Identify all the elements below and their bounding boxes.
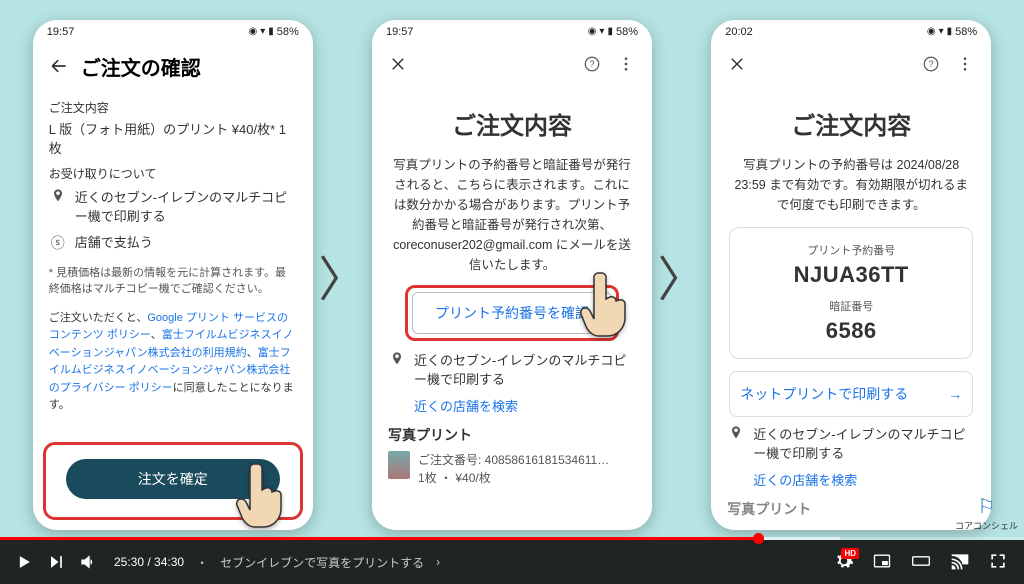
pickup-location-text: 近くのセブン-イレブンのマルチコピー機で印刷する bbox=[75, 188, 297, 227]
photo-thumbnail bbox=[388, 451, 410, 479]
reservation-number: NJUA36TT bbox=[740, 262, 962, 288]
pickup-location-text: 近くのセブン-イレブンのマルチコピー機で印刷する bbox=[753, 425, 975, 464]
page-title: ご注文内容 bbox=[388, 106, 636, 141]
back-icon[interactable] bbox=[47, 54, 71, 78]
section-label: ご注文内容 bbox=[49, 99, 297, 116]
volume-button[interactable] bbox=[78, 552, 98, 572]
battery-percent: 58% bbox=[955, 26, 977, 38]
header: ご注文の確認 bbox=[33, 44, 313, 89]
order-description: 写真プリントの予約番号は 2024/08/28 23:59 まで有効です。有効期… bbox=[727, 155, 975, 215]
highlight-box: プリント予約番号を確認 bbox=[405, 285, 619, 341]
battery-icon: ▮ bbox=[947, 26, 953, 37]
pin-number: 6586 bbox=[740, 318, 962, 344]
arrow-right-icon: → bbox=[948, 386, 962, 402]
play-button[interactable] bbox=[14, 552, 34, 572]
battery-percent: 58% bbox=[616, 26, 638, 38]
signal-icon: ◉ bbox=[248, 26, 257, 37]
currency-icon: ⓢ bbox=[49, 233, 67, 253]
status-icons: ◉ ▾ ▮ 58% bbox=[248, 26, 298, 38]
status-bar: 20:02 ◉ ▾ ▮ 58% bbox=[711, 20, 991, 44]
hd-badge: HD bbox=[841, 548, 859, 559]
location-pin-icon bbox=[727, 425, 745, 464]
reservation-label: プリント予約番号 bbox=[740, 242, 962, 258]
location-pin-icon bbox=[49, 188, 67, 227]
order-number: ご注文番号: 40858616181534611… bbox=[418, 451, 636, 469]
svg-text:?: ? bbox=[929, 59, 934, 69]
battery-icon: ▮ bbox=[607, 26, 613, 37]
logo-icon: ⚐ bbox=[955, 494, 1018, 519]
fullscreen-button[interactable] bbox=[988, 551, 1008, 574]
reservation-card: プリント予約番号 NJUA36TT 暗証番号 6586 bbox=[729, 227, 973, 359]
more-icon[interactable] bbox=[953, 52, 977, 76]
order-description: 写真プリントの予約番号と暗証番号が発行されると、こちらに表示されます。これには数… bbox=[388, 155, 636, 275]
legal-consent-text: ご注文いただくと、Google プリント サービスのコンテンツ ポリシー、富士フ… bbox=[49, 310, 297, 416]
location-pin-icon bbox=[388, 351, 406, 390]
video-time: 25:30 / 34:30 bbox=[114, 555, 184, 569]
status-bar: 19:57 ◉ ▾ ▮ 58% bbox=[33, 20, 313, 44]
status-time: 19:57 bbox=[47, 26, 75, 38]
header: ? bbox=[372, 44, 652, 84]
section-label: お受け取りについて bbox=[49, 165, 297, 182]
payment-text: 店舗で支払う bbox=[75, 233, 297, 253]
progress-played bbox=[0, 537, 758, 540]
status-bar: 19:57 ◉ ▾ ▮ 58% bbox=[372, 20, 652, 44]
more-icon[interactable] bbox=[614, 52, 638, 76]
status-time: 20:02 bbox=[725, 26, 753, 38]
header: ? bbox=[711, 44, 991, 84]
photo-print-heading: 写真プリント bbox=[388, 425, 636, 445]
miniplayer-button[interactable] bbox=[872, 551, 892, 574]
phone-screen-1: 19:57 ◉ ▾ ▮ 58% ご注文の確認 ご注文内容 L 版（フォト用紙）の… bbox=[33, 20, 313, 530]
channel-logo: ⚐ コアコンシェル bbox=[955, 494, 1018, 532]
signal-icon: ◉ bbox=[588, 26, 597, 37]
video-chapter[interactable]: セブンイレブンで写真をプリントする bbox=[220, 554, 424, 571]
wifi-icon: ▾ bbox=[939, 26, 944, 37]
pin-label: 暗証番号 bbox=[740, 298, 962, 314]
settings-button[interactable]: HD bbox=[834, 551, 854, 574]
chapter-bullet: ・ bbox=[196, 554, 208, 571]
page-title: ご注文の確認 bbox=[81, 52, 201, 81]
help-icon[interactable]: ? bbox=[580, 52, 604, 76]
pickup-location-text: 近くのセブン-イレブンのマルチコピー機で印刷する bbox=[414, 351, 636, 390]
wifi-icon: ▾ bbox=[260, 26, 265, 37]
battery-percent: 58% bbox=[277, 26, 299, 38]
svg-text:?: ? bbox=[589, 59, 594, 69]
check-reservation-button[interactable]: プリント予約番号を確認 bbox=[412, 292, 612, 334]
price-disclaimer: * 見積価格は最新の情報を元に計算されます。最終価格はマルチコピー機でご確認くだ… bbox=[49, 265, 297, 298]
phone-screen-2: 19:57 ◉ ▾ ▮ 58% ? ご注文内容 写真プリントの予約番号と暗証番号… bbox=[372, 20, 652, 530]
order-item-line: L 版（フォト用紙）のプリント ¥40/枚* 1枚 bbox=[49, 120, 297, 159]
chevron-right-icon: › bbox=[436, 555, 440, 569]
status-icons: ◉ ▾ ▮ 58% bbox=[588, 26, 638, 38]
photo-print-heading: 写真プリント bbox=[727, 499, 975, 519]
close-icon[interactable] bbox=[725, 52, 749, 76]
wifi-icon: ▾ bbox=[599, 26, 604, 37]
close-icon[interactable] bbox=[386, 52, 410, 76]
search-stores-link[interactable]: 近くの店舗を検索 bbox=[753, 470, 975, 489]
netprint-label: ネットプリントで印刷する bbox=[740, 384, 908, 404]
progress-scrubber[interactable] bbox=[753, 533, 764, 544]
phone-screen-3: 20:02 ◉ ▾ ▮ 58% ? ご注文内容 写真プリントの予約番号は 202… bbox=[711, 20, 991, 530]
qty-price: 1枚 ・ ¥40/枚 bbox=[418, 469, 636, 487]
help-icon[interactable]: ? bbox=[919, 52, 943, 76]
battery-icon: ▮ bbox=[268, 26, 274, 37]
page-title: ご注文内容 bbox=[727, 106, 975, 141]
next-button[interactable] bbox=[46, 552, 66, 572]
arrow-separator-icon: 〉 bbox=[658, 240, 706, 310]
highlight-box: 注文を確定 bbox=[43, 442, 303, 520]
arrow-separator-icon: 〉 bbox=[318, 240, 366, 310]
theater-button[interactable] bbox=[910, 551, 932, 574]
search-stores-link[interactable]: 近くの店舗を検索 bbox=[414, 396, 636, 415]
netprint-button[interactable]: ネットプリントで印刷する → bbox=[729, 371, 973, 417]
progress-track[interactable] bbox=[0, 537, 1024, 540]
cast-button[interactable] bbox=[950, 551, 970, 574]
status-icons: ◉ ▾ ▮ 58% bbox=[927, 26, 977, 38]
logo-text: コアコンシェル bbox=[955, 519, 1018, 532]
signal-icon: ◉ bbox=[927, 26, 936, 37]
video-controls-bar: 25:30 / 34:30 ・ セブンイレブンで写真をプリントする › HD bbox=[0, 540, 1024, 584]
confirm-order-button[interactable]: 注文を確定 bbox=[66, 459, 280, 499]
status-time: 19:57 bbox=[386, 26, 414, 38]
